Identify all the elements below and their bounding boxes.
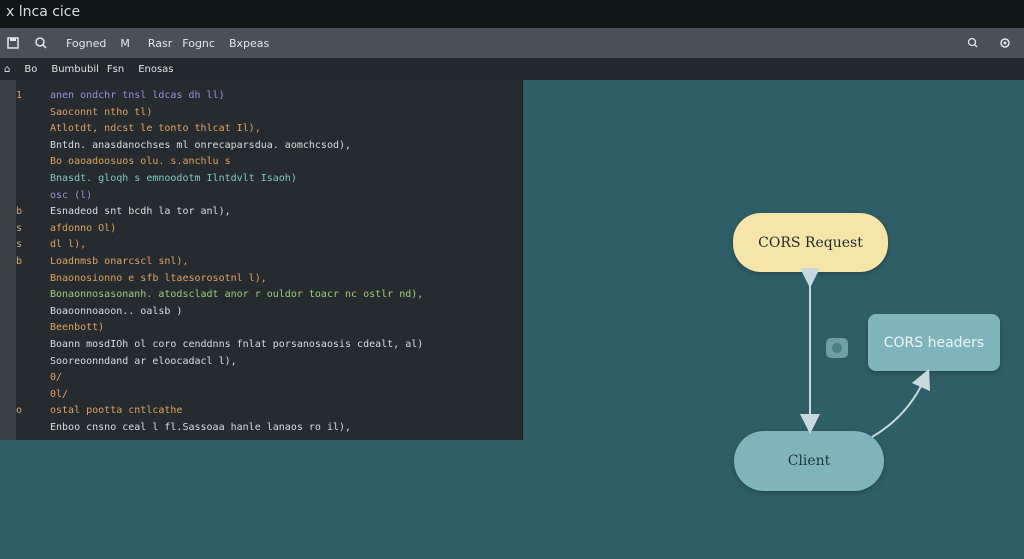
tab-bumbubil[interactable]: Bumbubil xyxy=(51,64,99,75)
code-line[interactable]: 0/ xyxy=(16,369,522,386)
line-number: oo xyxy=(16,405,22,417)
code-text: Sooreoonndand ar eloocadacl l), xyxy=(50,355,237,367)
code-text: Saoconnt ntho tl) xyxy=(50,106,153,118)
code-text: Boaoonnoaoon.. oalsb ) xyxy=(50,305,183,317)
client-label: Client xyxy=(787,453,831,469)
code-line[interactable]: Bo oaoadoosuos olu. s.anchlu s xyxy=(16,153,522,170)
editor-gutter xyxy=(0,80,16,440)
line-number: 1 xyxy=(16,90,22,101)
code-text: Bo oaoadoosuos olu. s.anchlu s xyxy=(50,156,231,168)
toolbar-right xyxy=(966,36,1024,50)
code-text: osc (l) xyxy=(50,189,93,201)
tab-fsn[interactable]: Fsn xyxy=(107,64,124,75)
toolbar-item-4[interactable]: Fognc xyxy=(182,37,215,50)
code-line[interactable]: 0l/ xyxy=(16,386,522,403)
code-text: 0/ xyxy=(50,372,63,384)
line-number: s xyxy=(16,239,22,251)
code-line[interactable]: b Loadnmsb onarcscl snl), xyxy=(16,253,522,270)
search-icon[interactable] xyxy=(34,36,48,50)
code-line[interactable]: Atlotdt, ndcst le tonto thlcat Il), xyxy=(16,120,522,137)
line-number: s xyxy=(16,222,22,234)
code-line[interactable]: oo ostal pootta cntlcathe xyxy=(16,402,522,419)
toolbar-item-2[interactable]: M xyxy=(120,37,130,50)
code-line[interactable]: Boann mosdIOh ol coro cenddnns fnlat por… xyxy=(16,336,522,353)
toolbar-item-3[interactable]: Rasr xyxy=(148,37,172,50)
code-line[interactable]: s dl l), xyxy=(16,236,522,253)
code-line[interactable]: Boaoonnoaoon.. oalsb ) xyxy=(16,303,522,320)
toolbar-item-5[interactable]: Bxpeas xyxy=(229,37,269,50)
home-icon[interactable]: ⌂ xyxy=(4,64,10,75)
code-line[interactable]: Enboo cnsno ceal l fl.Sassoaa hanle lana… xyxy=(16,419,522,436)
code-text: ostal pootta cntlcathe xyxy=(50,405,183,417)
client-headers-arrow xyxy=(871,368,931,438)
code-text: dl l), xyxy=(50,239,87,251)
code-text: Loadnmsb onarcscl snl), xyxy=(50,256,189,267)
line-number: b xyxy=(16,256,22,267)
code-text: Enboo cnsno ceal l fl.Sassoaa hanle lana… xyxy=(50,422,352,433)
code-text: anen ondchr tnsl ldcas dh ll) xyxy=(50,90,225,101)
connector-badge-icon xyxy=(826,338,848,358)
search-icon[interactable] xyxy=(966,36,980,50)
code-line[interactable]: Sooreoonndand ar eloocadacl l), xyxy=(16,353,522,370)
cors-headers-label: CORS headers xyxy=(883,334,985,351)
code-text: Esnadeod snt bcdh la tor anl), xyxy=(50,206,231,218)
code-line[interactable]: 1 anen ondchr tnsl ldcas dh ll) xyxy=(16,87,522,104)
code-line[interactable]: s afdonno Ol) xyxy=(16,220,522,237)
editor-tabs: ⌂ Bo Bumbubil Fsn Enosas xyxy=(0,58,1024,80)
code-line[interactable]: Saoconnt ntho tl) xyxy=(16,104,522,121)
code-text: Boann mosdIOh ol coro cenddnns fnlat por… xyxy=(50,339,424,350)
code-editor[interactable]: 1 anen ondchr tnsl ldcas dh ll) Saoconnt n… xyxy=(16,80,523,440)
save-icon[interactable] xyxy=(6,36,20,50)
code-line[interactable]: Beenbott) xyxy=(16,319,522,336)
code-text: Bonaonnosasonanh. atodscladt anor r ould… xyxy=(50,289,424,301)
code-text: Bnasdt. gloqh s emnoodotm Ilntdvlt Isaoh… xyxy=(50,173,297,184)
code-text: Atlotdt, ndcst le tonto thlcat Il), xyxy=(50,123,261,135)
code-text: afdonno Ol) xyxy=(50,222,117,234)
cors-request-label: CORS Request xyxy=(758,234,863,251)
code-line[interactable]: Bntdn. anasdanochses ml onrecaparsdua. a… xyxy=(16,137,522,154)
code-line[interactable]: osc (l) xyxy=(16,187,522,204)
cors-headers-node[interactable]: CORS headers xyxy=(868,314,1000,371)
tab-enosas[interactable]: Enosas xyxy=(138,64,173,75)
toolbar: Fogned M Rasr Fognc Bxpeas xyxy=(0,28,1024,58)
line-number: b xyxy=(16,206,22,218)
code-line[interactable]: b Esnadeod snt bcdh la tor anl), xyxy=(16,203,522,220)
cors-request-node[interactable]: CORS Request xyxy=(733,213,888,272)
toolbar-item-1[interactable]: Fogned xyxy=(66,37,106,50)
code-line[interactable]: Bnaonosionno e sfb ltaesorosotnl l), xyxy=(16,270,522,287)
gear-icon[interactable] xyxy=(998,36,1012,50)
title-bar: x lnca cice xyxy=(0,0,1024,28)
code-text: Bnaonosionno e sfb ltaesorosotnl l), xyxy=(50,272,267,284)
code-text: 0l/ xyxy=(50,388,69,400)
code-text: Beenbott) xyxy=(50,322,105,334)
tab-bo[interactable]: Bo xyxy=(24,64,37,75)
client-node[interactable]: Client xyxy=(734,431,884,491)
window-title: x lnca cice xyxy=(6,4,81,20)
code-line[interactable]: Bnasdt. gloqh s emnoodotm Ilntdvlt Isaoh… xyxy=(16,170,522,187)
code-line[interactable]: Bonaonnosasonanh. atodscladt anor r ould… xyxy=(16,286,522,303)
code-text: Bntdn. anasdanochses ml onrecaparsdua. a… xyxy=(50,139,352,151)
